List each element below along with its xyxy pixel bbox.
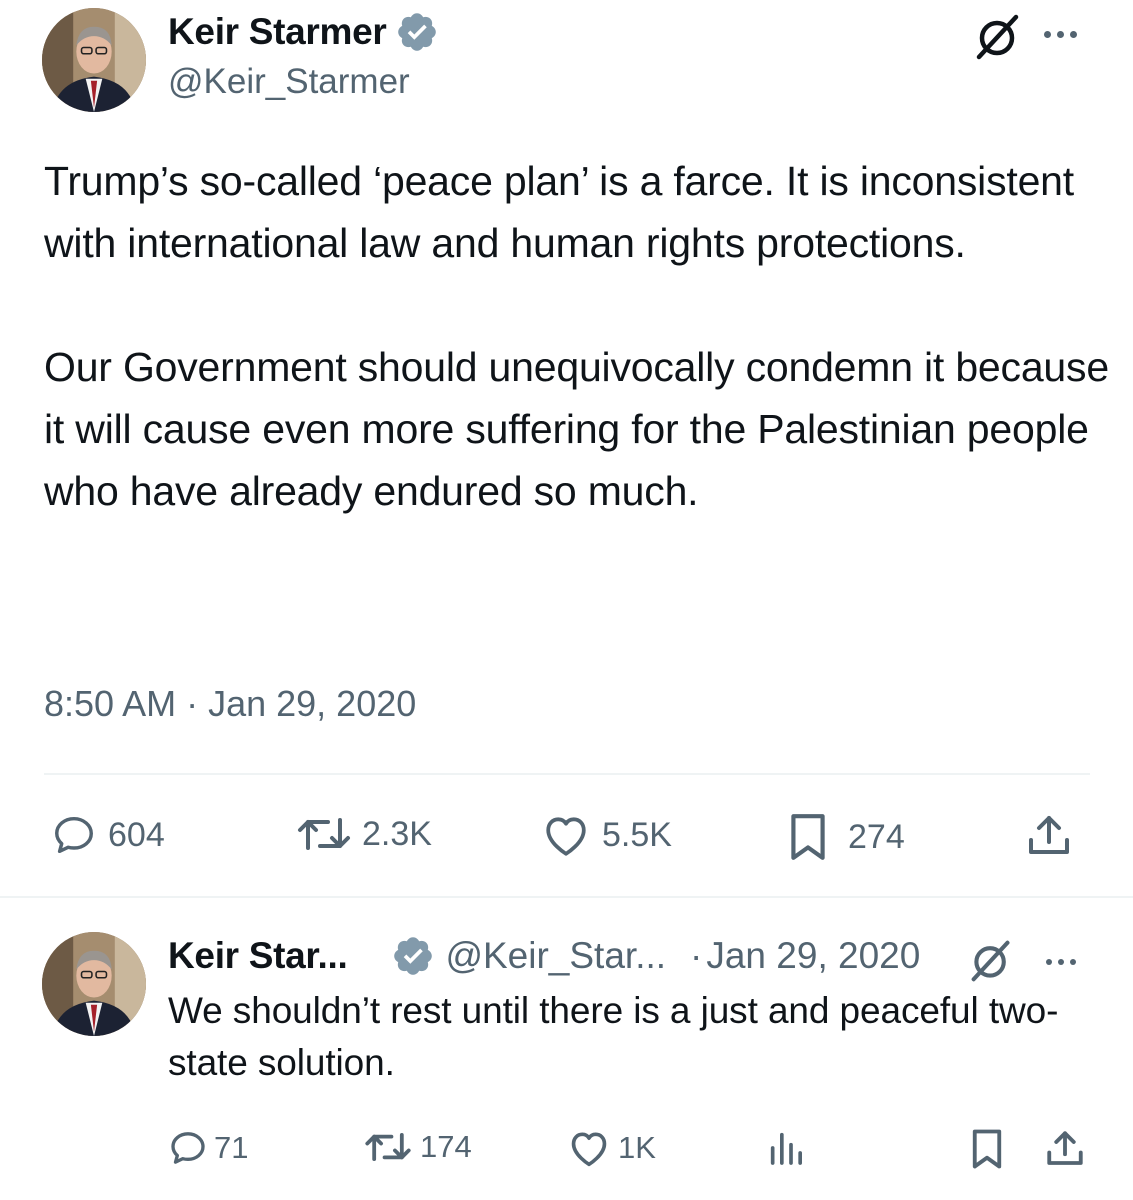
repost-button[interactable]: 174 <box>362 1128 472 1166</box>
share-icon <box>1029 816 1069 854</box>
author-row: Keir Starmer <box>168 10 439 54</box>
tweet-timestamp[interactable]: 8:50 AM · Jan 29, 2020 <box>44 683 416 725</box>
bookmark-button[interactable]: 274 <box>786 812 905 862</box>
reply-icon <box>171 1132 205 1164</box>
avatar[interactable] <box>42 932 146 1036</box>
reply-header: Keir Star... @Keir_Star... · Jan 29, 202… <box>168 930 920 982</box>
views-button[interactable] <box>766 1128 806 1168</box>
repost-button[interactable]: 2.3K <box>296 812 432 856</box>
tweet-text: Trump’s so-called ‘peace plan’ is a farc… <box>44 158 1109 514</box>
bookmark-icon <box>972 1129 1002 1169</box>
reply-count: 71 <box>214 1130 249 1165</box>
author-name[interactable]: Keir Star... <box>168 935 348 977</box>
share-button[interactable] <box>1044 1128 1086 1170</box>
author-handle[interactable]: @Keir_Star... <box>445 935 666 977</box>
like-icon <box>571 1132 607 1167</box>
bookmark-count: 274 <box>848 817 905 856</box>
grok-icon[interactable] <box>976 14 1020 60</box>
like-button[interactable]: 1K <box>566 1128 656 1168</box>
more-icon[interactable] <box>1046 956 1076 968</box>
share-button[interactable] <box>1025 812 1073 860</box>
author-handle[interactable]: @Keir_Starmer <box>168 62 410 102</box>
reply-date[interactable]: Jan 29, 2020 <box>706 935 920 977</box>
divider <box>44 773 1090 775</box>
repost-count: 174 <box>420 1129 472 1164</box>
like-button[interactable]: 5.5K <box>540 812 672 858</box>
reply-icon <box>55 816 93 854</box>
separator: · <box>690 935 703 976</box>
views-icon <box>770 1132 802 1165</box>
verified-badge-icon[interactable] <box>391 934 435 978</box>
share-icon <box>1047 1131 1083 1165</box>
reply-button[interactable]: 71 <box>168 1128 248 1168</box>
bookmark-button[interactable] <box>968 1128 1006 1170</box>
grok-icon[interactable] <box>970 940 1012 982</box>
reply-button[interactable]: 604 <box>50 812 165 858</box>
tweet-text: We shouldn’t rest until there is a just … <box>168 990 1059 1083</box>
author-name[interactable]: Keir Starmer <box>168 11 387 53</box>
repost-count: 2.3K <box>362 814 432 853</box>
like-count: 1K <box>618 1130 656 1165</box>
more-icon[interactable] <box>1044 28 1077 40</box>
repost-icon <box>365 1133 411 1161</box>
reply-count: 604 <box>108 815 165 854</box>
tweet-detail-page: Keir Starmer @Keir_Starmer Trump’s so-ca… <box>0 0 1133 1200</box>
repost-icon <box>298 818 350 850</box>
like-count: 5.5K <box>602 815 672 854</box>
bookmark-icon <box>791 814 825 860</box>
divider <box>0 896 1133 898</box>
like-icon <box>546 817 586 856</box>
verified-badge-icon[interactable] <box>395 10 439 54</box>
avatar[interactable] <box>42 8 146 112</box>
